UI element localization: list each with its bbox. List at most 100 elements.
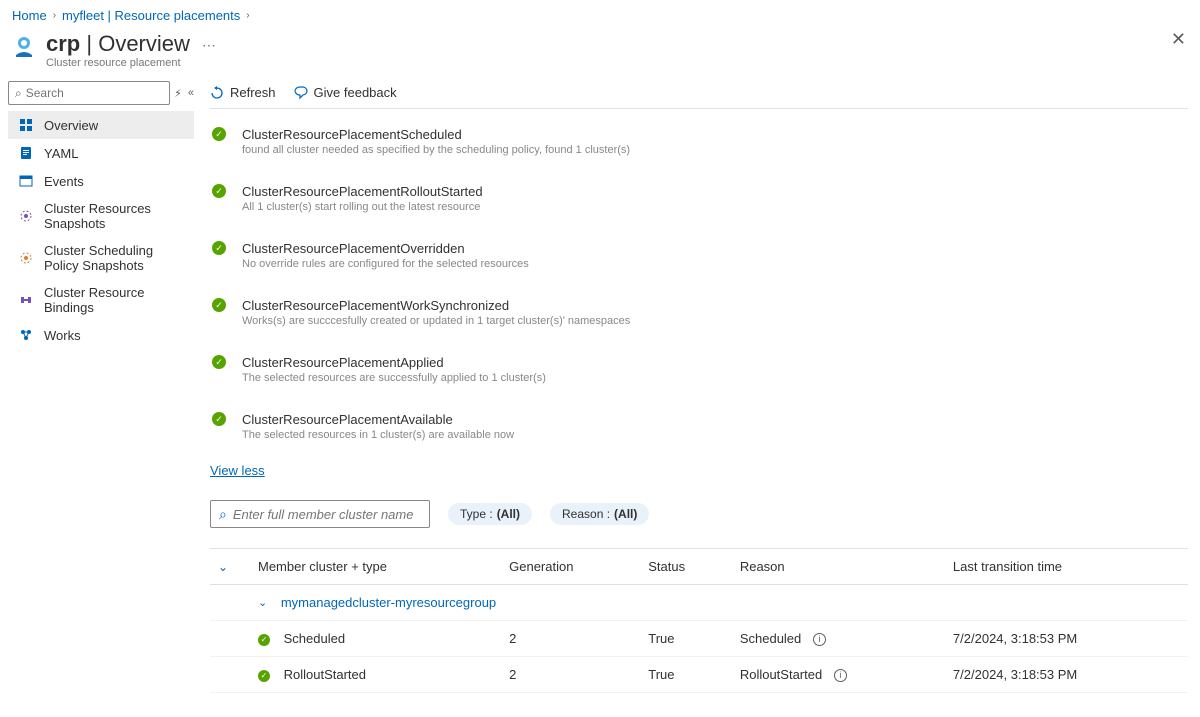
nav-overview[interactable]: Overview — [8, 111, 194, 139]
info-icon[interactable]: i — [813, 633, 826, 646]
policy-snapshots-icon — [18, 250, 34, 266]
col-status[interactable]: Status — [640, 549, 732, 585]
refresh-button[interactable]: Refresh — [210, 85, 276, 100]
view-less-link[interactable]: View less — [210, 463, 265, 478]
toolbar: Refresh Give feedback — [198, 77, 1200, 108]
row-generation: 2 — [501, 621, 640, 657]
member-cluster-table: ⌄ Member cluster + type Generation Statu… — [198, 548, 1200, 693]
search-icon: ⌕ — [15, 86, 22, 101]
collapse-sidebar-button[interactable]: « — [188, 87, 194, 100]
row-generation: 2 — [501, 657, 640, 693]
refresh-label: Refresh — [230, 85, 276, 100]
resource-name: crp — [46, 31, 80, 56]
status-success-icon: ✓ — [212, 355, 226, 369]
snapshots-icon — [18, 208, 34, 224]
view-less: View less — [210, 463, 1188, 478]
bindings-icon — [18, 292, 34, 308]
reason-filter-label: Reason : — [562, 507, 610, 521]
nav-label: Events — [44, 174, 84, 189]
timeline-desc: Works(s) are succcesfully created or upd… — [242, 315, 630, 327]
table-row: ✓ RolloutStarted 2 True RolloutStarted i… — [210, 657, 1188, 693]
nav-label: Cluster Resources Snapshots — [44, 201, 184, 231]
row-status: True — [640, 621, 732, 657]
timeline-entry: ✓ ClusterResourcePlacementOverridden No … — [210, 241, 1188, 298]
col-member-cluster[interactable]: Member cluster + type — [250, 549, 501, 585]
timeline-desc: found all cluster needed as specified by… — [242, 144, 630, 156]
search-icon: ⌕ — [219, 506, 227, 523]
resource-icon — [12, 35, 36, 59]
status-success-icon: ✓ — [212, 298, 226, 312]
table-group-row[interactable]: ⌄ mymanagedcluster-myresourcegroup — [210, 585, 1188, 621]
nav-cluster-resources-snapshots[interactable]: Cluster Resources Snapshots — [8, 195, 194, 237]
breadcrumb-home[interactable]: Home — [12, 8, 47, 23]
nav-cluster-scheduling-policy-snapshots[interactable]: Cluster Scheduling Policy Snapshots — [8, 237, 194, 279]
nav-label: Overview — [44, 118, 98, 133]
info-icon[interactable]: i — [834, 669, 847, 682]
col-generation[interactable]: Generation — [501, 549, 640, 585]
member-cluster-search-input[interactable] — [233, 507, 421, 522]
nav-list: Overview YAML Events Cluster Resources S… — [8, 111, 194, 349]
member-cluster-search[interactable]: ⌕ — [210, 500, 430, 528]
breadcrumb-resource-placements[interactable]: myfleet | Resource placements — [62, 8, 240, 23]
nav-events[interactable]: Events — [8, 167, 194, 195]
timeline-desc: The selected resources are successfully … — [242, 372, 546, 384]
status-success-icon: ✓ — [212, 241, 226, 255]
reason-filter-value: (All) — [614, 507, 637, 521]
row-last-transition: 7/2/2024, 3:18:53 PM — [945, 657, 1188, 693]
resource-type: Cluster resource placement — [46, 57, 190, 69]
refresh-icon — [210, 86, 224, 100]
timeline-title: ClusterResourcePlacementOverridden — [242, 241, 529, 256]
type-filter-value: (All) — [497, 507, 520, 521]
timeline-title: ClusterResourcePlacementApplied — [242, 355, 546, 370]
type-filter[interactable]: Type : (All) — [448, 503, 532, 525]
group-name-link[interactable]: mymanagedcluster-myresourcegroup — [281, 595, 496, 610]
nav-yaml[interactable]: YAML — [8, 139, 194, 167]
works-icon — [18, 327, 34, 343]
type-filter-label: Type : — [460, 507, 493, 521]
timeline-desc: All 1 cluster(s) start rolling out the l… — [242, 201, 483, 213]
status-success-icon: ✓ — [212, 412, 226, 426]
title-separator: | — [86, 31, 98, 56]
status-success-icon: ✓ — [212, 127, 226, 141]
timeline-entry: ✓ ClusterResourcePlacementAvailable The … — [210, 412, 1188, 451]
timeline-entry: ✓ ClusterResourcePlacementApplied The se… — [210, 355, 1188, 412]
status-success-icon: ✓ — [258, 634, 270, 646]
pin-toggle[interactable]: ⚡︎ — [174, 87, 182, 100]
status-success-icon: ✓ — [258, 670, 270, 682]
reason-filter[interactable]: Reason : (All) — [550, 503, 649, 525]
nav-label: Cluster Resource Bindings — [44, 285, 184, 315]
page-title: crp | Overview — [46, 31, 190, 57]
sidebar: ⌕ ⚡︎ « Overview YAML Events — [0, 77, 198, 717]
nav-label: Cluster Scheduling Policy Snapshots — [44, 243, 184, 273]
more-actions-button[interactable]: ⋯ — [202, 31, 216, 54]
events-icon — [18, 173, 34, 189]
sidebar-search[interactable]: ⌕ — [8, 81, 170, 105]
timeline-title: ClusterResourcePlacementScheduled — [242, 127, 630, 142]
status-success-icon: ✓ — [212, 184, 226, 198]
row-reason: Scheduled — [740, 631, 801, 646]
status-timeline: ✓ ClusterResourcePlacementScheduled foun… — [198, 109, 1200, 457]
timeline-title: ClusterResourcePlacementWorkSynchronized — [242, 298, 630, 313]
chevron-down-icon: ⌄ — [258, 596, 267, 609]
row-last-transition: 7/2/2024, 3:18:53 PM — [945, 621, 1188, 657]
nav-cluster-resource-bindings[interactable]: Cluster Resource Bindings — [8, 279, 194, 321]
close-button[interactable]: ✕ — [1171, 29, 1186, 50]
col-reason[interactable]: Reason — [732, 549, 945, 585]
main-content: Refresh Give feedback ✓ ClusterResourceP… — [198, 77, 1200, 717]
filter-row: ⌕ Type : (All) Reason : (All) — [198, 494, 1200, 548]
breadcrumb: Home › myfleet | Resource placements › — [0, 0, 1200, 27]
table-header-row: ⌄ Member cluster + type Generation Statu… — [210, 549, 1188, 585]
table-row: ✓ Scheduled 2 True Scheduled i 7/2/2024,… — [210, 621, 1188, 657]
expand-all-toggle[interactable]: ⌄ — [218, 560, 228, 574]
page-header: crp | Overview Cluster resource placemen… — [0, 27, 1200, 77]
nav-works[interactable]: Works — [8, 321, 194, 349]
col-last-transition[interactable]: Last transition time — [945, 549, 1188, 585]
row-type: Scheduled — [284, 631, 345, 646]
sidebar-search-input[interactable] — [26, 86, 163, 100]
timeline-desc: The selected resources in 1 cluster(s) a… — [242, 429, 514, 441]
yaml-icon — [18, 145, 34, 161]
timeline-title: ClusterResourcePlacementRolloutStarted — [242, 184, 483, 199]
nav-label: Works — [44, 328, 81, 343]
feedback-icon — [294, 86, 308, 100]
feedback-button[interactable]: Give feedback — [294, 85, 397, 100]
